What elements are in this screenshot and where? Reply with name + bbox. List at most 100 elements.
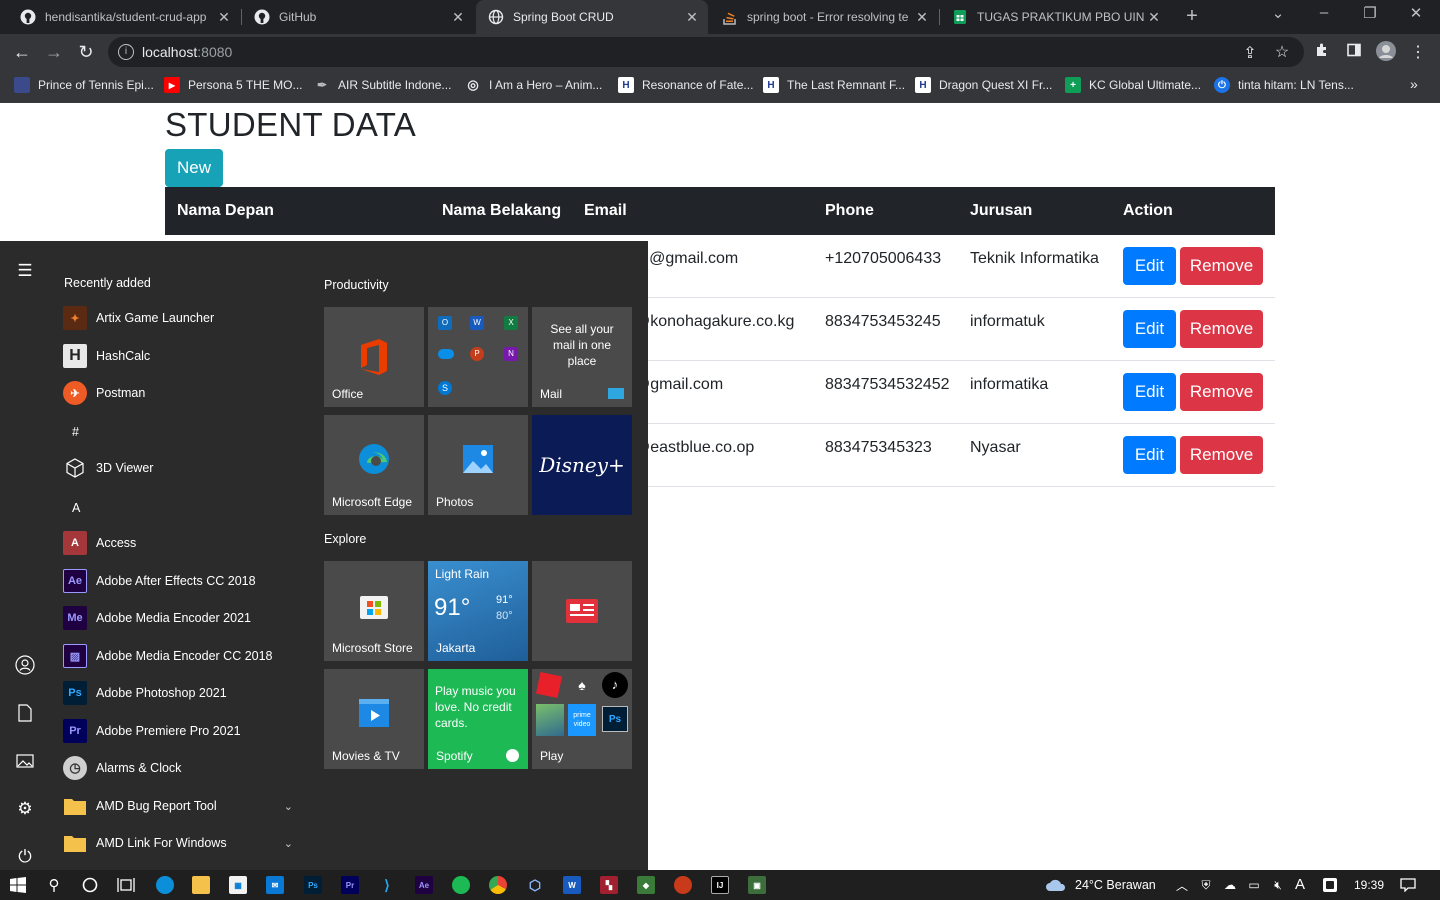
tab-spring-boot-crud[interactable]: Spring Boot CRUD ✕ <box>476 0 708 34</box>
tab-google-sheets[interactable]: TUGAS PRAKTIKUM PBO UIN SU ✕ <box>940 0 1170 34</box>
letter-index-a[interactable]: A <box>72 501 80 515</box>
tile-movies-tv[interactable]: Movies & TV <box>324 669 424 769</box>
remove-button[interactable]: Remove <box>1180 247 1263 285</box>
bookmark-prince-of-tennis[interactable]: Prince of Tennis Epi... <box>14 77 154 93</box>
bookmark-kc-global[interactable]: + KC Global Ultimate... <box>1065 77 1201 93</box>
minecraft-taskbar-icon[interactable]: ◆ <box>637 876 655 894</box>
app-photoshop-2021[interactable]: Ps Adobe Photoshop 2021 <box>63 677 303 709</box>
bookmark-last-remnant[interactable]: H The Last Remnant F... <box>763 77 905 93</box>
premiere-taskbar-icon[interactable]: Pr <box>341 876 359 894</box>
image-taskbar-icon[interactable]: ▣ <box>748 876 766 894</box>
virtualbox-taskbar-icon[interactable]: ⬡ <box>526 876 544 894</box>
new-student-button[interactable]: New <box>165 149 223 187</box>
tab-github[interactable]: GitHub ✕ <box>242 0 474 34</box>
tile-mail[interactable]: See all your mail in one place Mail <box>532 307 632 407</box>
spotify-taskbar-icon[interactable] <box>452 876 470 894</box>
tab-github-repo[interactable]: hendisantika/student-crud-app ✕ <box>8 0 240 34</box>
reload-icon[interactable]: ↻ <box>74 40 98 64</box>
site-info-icon[interactable]: i <box>118 44 134 60</box>
tile-office[interactable]: Office <box>324 307 424 407</box>
app-3d-viewer[interactable]: 3D Viewer <box>63 452 303 484</box>
file-explorer-icon[interactable] <box>192 876 210 894</box>
app-media-encoder-2021[interactable]: Me Adobe Media Encoder 2021 <box>63 602 303 634</box>
app-postman[interactable]: ✈ Postman <box>63 377 303 409</box>
close-icon[interactable]: ✕ <box>214 9 234 26</box>
network-icon[interactable]: ▭ <box>1244 875 1264 895</box>
more-bookmarks-icon[interactable]: » <box>1410 76 1418 92</box>
pictures-icon[interactable] <box>13 749 37 773</box>
show-hidden-icons-chevron[interactable]: ︿ <box>1172 875 1192 895</box>
bookmark-persona-5[interactable]: ▶ Persona 5 THE MO... <box>164 77 303 93</box>
cortana-icon[interactable] <box>80 875 100 895</box>
app-amd-bug-report-tool[interactable]: AMD Bug Report Tool ⌄ <box>63 790 303 822</box>
game-taskbar-icon[interactable]: ▚ <box>600 876 618 894</box>
settings-gear-icon[interactable]: ⚙ <box>13 797 37 821</box>
close-icon[interactable]: ✕ <box>912 9 932 26</box>
letter-index-hash[interactable]: # <box>72 425 79 439</box>
remove-button[interactable]: Remove <box>1180 436 1263 474</box>
weather-cloud-icon[interactable] <box>1044 875 1068 895</box>
close-icon[interactable]: ✕ <box>1144 9 1164 26</box>
task-view-icon[interactable] <box>116 875 136 895</box>
tile-weather[interactable]: Light Rain 91° 91° 80° Jakarta <box>428 561 528 661</box>
app-artix-game-launcher[interactable]: ✦ Artix Game Launcher <box>63 302 303 334</box>
edit-button[interactable]: Edit <box>1123 247 1176 285</box>
ime-indicator[interactable]: A <box>1295 876 1305 893</box>
app-alarms-clock[interactable]: ◷ Alarms & Clock <box>63 752 303 784</box>
tile-spotify[interactable]: Play music you love. No credit cards. Sp… <box>428 669 528 769</box>
user-account-icon[interactable] <box>13 653 37 677</box>
side-panel-icon[interactable] <box>1344 42 1364 63</box>
app-media-encoder-cc-2018[interactable]: ▨ Adobe Media Encoder CC 2018 <box>63 640 303 672</box>
hamburger-menu-icon[interactable]: ☰ <box>13 259 37 283</box>
edit-button[interactable]: Edit <box>1123 436 1176 474</box>
vscode-taskbar-icon[interactable]: ⟩ <box>378 876 396 894</box>
bookmark-resonance-of-fate[interactable]: H Resonance of Fate... <box>618 77 753 93</box>
tile-news[interactable] <box>532 561 632 661</box>
minimize-icon[interactable]: – <box>1314 4 1334 21</box>
tile-photos[interactable]: Photos <box>428 415 528 515</box>
tile-microsoft-store[interactable]: Microsoft Store <box>324 561 424 661</box>
window-close-icon[interactable]: ✕ <box>1406 4 1426 22</box>
onedrive-tray-icon[interactable]: ☁ <box>1220 875 1240 895</box>
bookmark-i-am-a-hero[interactable]: ◎ I Am a Hero – Anim... <box>465 77 602 93</box>
intellij-taskbar-icon[interactable]: IJ <box>711 876 729 894</box>
forward-arrow-icon[interactable]: → <box>42 40 66 64</box>
tile-play[interactable]: ♠ ♪ prime video Ps Play <box>532 669 632 769</box>
app-amd-link[interactable]: AMD Link For Windows ⌄ <box>63 827 303 859</box>
browser-menu-icon[interactable]: ⋮ <box>1408 42 1428 62</box>
bookmark-star-icon[interactable]: ☆ <box>1272 42 1292 62</box>
profile-avatar[interactable] <box>1376 41 1396 66</box>
clock-time[interactable]: 19:39 <box>1354 878 1384 892</box>
chrome-taskbar-icon[interactable] <box>489 876 507 894</box>
extensions-puzzle-icon[interactable] <box>1312 42 1332 63</box>
bookmark-tinta-hitam[interactable]: ⏻ tinta hitam: LN Tens... <box>1214 77 1354 93</box>
close-icon[interactable]: ✕ <box>682 9 702 26</box>
store-taskbar-icon[interactable]: ▦ <box>229 876 247 894</box>
tile-disney-plus[interactable]: Disney+ <box>532 415 632 515</box>
mail-taskbar-icon[interactable]: ✉ <box>266 876 284 894</box>
tab-search-icon[interactable]: ⌄ <box>1268 4 1288 22</box>
address-bar[interactable]: i localhost:8080 ⇪ ☆ <box>108 37 1304 67</box>
weather-status[interactable]: 24°C Berawan <box>1075 878 1156 892</box>
documents-icon[interactable] <box>13 701 37 725</box>
edit-button[interactable]: Edit <box>1123 373 1176 411</box>
share-icon[interactable]: ⇪ <box>1240 43 1260 63</box>
windows-start-icon[interactable] <box>8 875 28 895</box>
back-arrow-icon[interactable]: ← <box>10 40 34 64</box>
edit-button[interactable]: Edit <box>1123 310 1176 348</box>
chevron-down-icon[interactable]: ⌄ <box>284 800 293 813</box>
tile-office-apps[interactable]: O W X P N S <box>428 307 528 407</box>
power-icon[interactable]: ⏻ <box>13 845 37 869</box>
app-taskbar-icon[interactable] <box>674 876 692 894</box>
action-center-icon[interactable] <box>1398 875 1418 895</box>
edge-taskbar-icon[interactable] <box>156 876 174 894</box>
tile-microsoft-edge[interactable]: Microsoft Edge <box>324 415 424 515</box>
search-icon[interactable]: ⚲ <box>44 875 64 895</box>
tab-stackoverflow[interactable]: spring boot - Error resolving te ✕ <box>710 0 938 34</box>
bookmark-dragon-quest[interactable]: H Dragon Quest XI Fr... <box>915 77 1052 93</box>
new-tab-button[interactable]: + <box>1180 5 1204 28</box>
app-after-effects[interactable]: Ae Adobe After Effects CC 2018 <box>63 565 303 597</box>
remove-button[interactable]: Remove <box>1180 310 1263 348</box>
word-taskbar-icon[interactable]: W <box>563 876 581 894</box>
remove-button[interactable]: Remove <box>1180 373 1263 411</box>
